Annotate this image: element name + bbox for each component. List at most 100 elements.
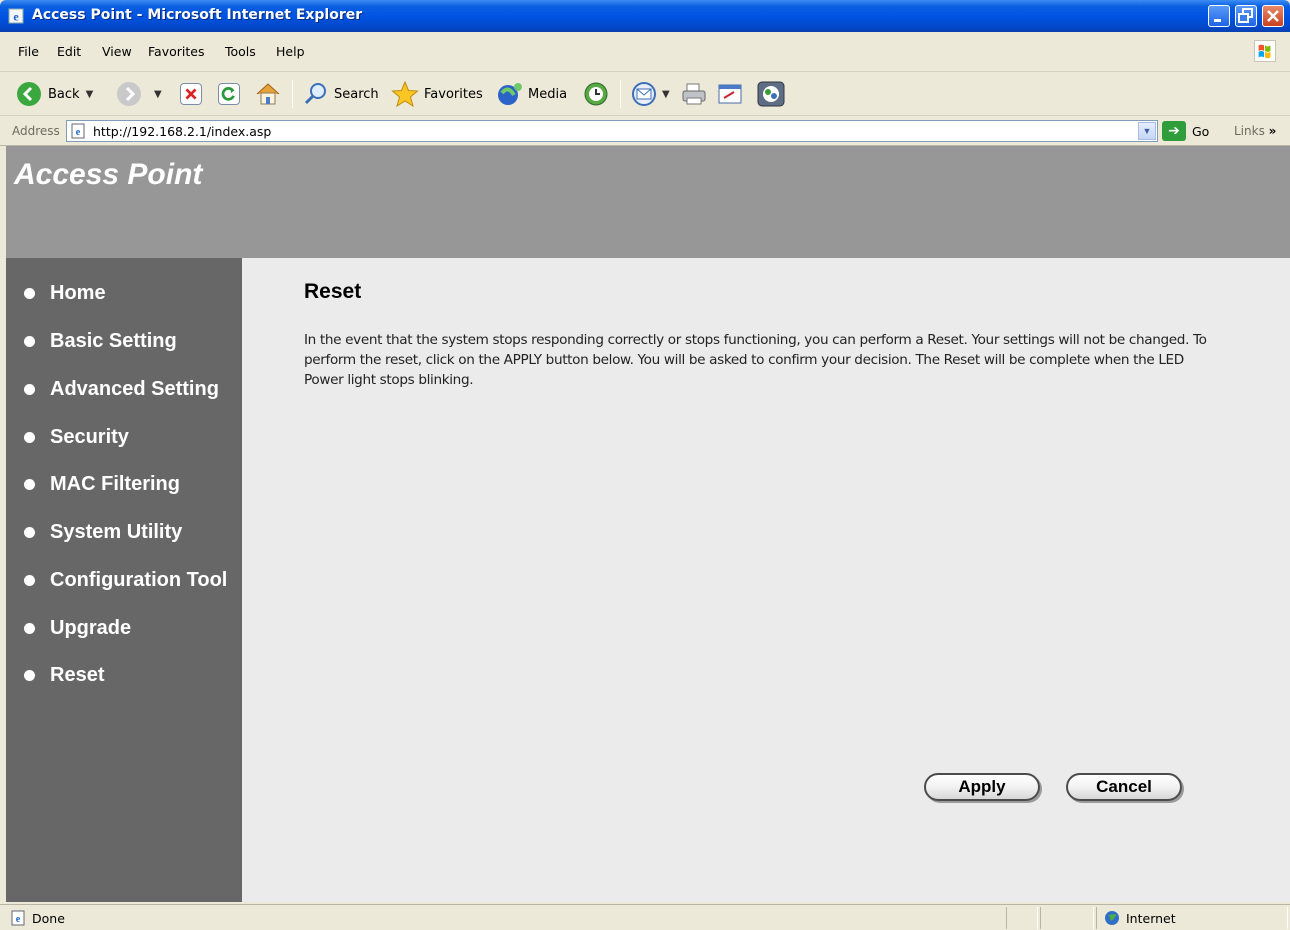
security-zone-label: Internet bbox=[1126, 911, 1176, 926]
address-url: http://192.168.2.1/index.asp bbox=[93, 124, 272, 139]
sidebar-item-reset[interactable]: Reset bbox=[24, 664, 104, 687]
go-label: Go bbox=[1192, 123, 1210, 139]
status-pane bbox=[1006, 907, 1038, 929]
media-label: Media bbox=[528, 86, 568, 102]
sidebar-item-upgrade[interactable]: Upgrade bbox=[24, 617, 131, 640]
edit-icon bbox=[718, 84, 742, 104]
browser-window: e Access Point - Microsoft Internet Expl… bbox=[0, 0, 1290, 930]
main-content: Reset In the event that the system stops… bbox=[242, 258, 1290, 902]
close-icon bbox=[1267, 10, 1279, 22]
sidebar-item-label: Advanced Setting bbox=[50, 378, 219, 400]
chevron-down-icon[interactable]: ▼ bbox=[154, 89, 162, 100]
page-icon: e bbox=[71, 123, 85, 139]
chevron-down-icon[interactable]: ▼ bbox=[86, 89, 94, 100]
address-label: Address bbox=[12, 124, 60, 138]
internet-zone-icon bbox=[1105, 911, 1119, 925]
favorites-button[interactable]: Favorites bbox=[390, 80, 483, 108]
status-text: Done bbox=[32, 911, 65, 926]
window-title: Access Point - Microsoft Internet Explor… bbox=[32, 7, 363, 23]
bullet-icon bbox=[24, 384, 35, 395]
sidebar-item-advanced-setting[interactable]: Advanced Setting bbox=[24, 378, 219, 401]
menu-file[interactable]: File bbox=[18, 44, 39, 59]
windows-logo-icon bbox=[1254, 40, 1276, 62]
home-icon bbox=[256, 83, 280, 105]
refresh-icon bbox=[218, 83, 240, 105]
back-icon bbox=[17, 82, 41, 106]
home-button[interactable] bbox=[254, 80, 282, 108]
bullet-icon bbox=[24, 527, 35, 538]
maximize-icon bbox=[1238, 8, 1253, 23]
print-button[interactable] bbox=[680, 80, 708, 108]
links-button[interactable]: Links » bbox=[1234, 124, 1276, 138]
sidebar-item-label: MAC Filtering bbox=[50, 473, 180, 495]
bullet-icon bbox=[24, 670, 35, 681]
go-button[interactable]: ➔ Go bbox=[1162, 121, 1209, 141]
page-title: Reset bbox=[304, 280, 362, 303]
ie-icon: e bbox=[8, 8, 24, 24]
address-dropdown-icon[interactable]: ▼ bbox=[1138, 122, 1156, 140]
toolbar-separator bbox=[292, 80, 293, 108]
sidebar-item-label: System Utility bbox=[50, 521, 183, 543]
address-bar: Address e http://192.168.2.1/index.asp ▼… bbox=[0, 116, 1290, 146]
menu-view[interactable]: View bbox=[102, 44, 132, 59]
forward-icon bbox=[117, 82, 141, 106]
sidebar-item-home[interactable]: Home bbox=[24, 282, 106, 305]
header-banner: Access Point bbox=[6, 146, 1290, 258]
refresh-button[interactable] bbox=[218, 80, 240, 108]
maximize-button[interactable] bbox=[1235, 5, 1257, 27]
back-label: Back bbox=[48, 86, 80, 102]
close-button[interactable] bbox=[1262, 5, 1284, 27]
minimize-icon bbox=[1214, 19, 1221, 22]
menu-help[interactable]: Help bbox=[276, 44, 305, 59]
page-icon: e bbox=[11, 910, 25, 926]
search-label: Search bbox=[334, 86, 379, 102]
bullet-icon bbox=[24, 623, 35, 634]
history-button[interactable] bbox=[582, 80, 610, 108]
search-button[interactable]: Search bbox=[302, 80, 379, 108]
print-icon bbox=[682, 83, 706, 105]
sidebar-item-security[interactable]: Security bbox=[24, 426, 129, 449]
sidebar-item-label: Basic Setting bbox=[50, 330, 177, 352]
go-icon: ➔ bbox=[1162, 121, 1186, 141]
sidebar-item-basic-setting[interactable]: Basic Setting bbox=[24, 330, 177, 353]
sidebar-item-configuration-tool[interactable]: Configuration Tool bbox=[24, 569, 227, 592]
bullet-icon bbox=[24, 432, 35, 443]
media-icon bbox=[498, 83, 522, 105]
sidebar-item-label: Configuration Tool bbox=[50, 569, 228, 591]
address-input[interactable]: e http://192.168.2.1/index.asp ▼ bbox=[66, 120, 1158, 142]
svg-text:e: e bbox=[76, 127, 81, 138]
media-button[interactable]: Media bbox=[496, 80, 567, 108]
messenger-button[interactable] bbox=[756, 80, 786, 108]
stop-icon bbox=[180, 83, 202, 105]
menu-bar: File Edit View Favorites Tools Help bbox=[0, 32, 1290, 72]
status-bar: e Done Internet bbox=[0, 904, 1290, 930]
back-button[interactable]: Back ▼ bbox=[16, 80, 93, 108]
menu-edit[interactable]: Edit bbox=[57, 44, 81, 59]
minimize-button[interactable] bbox=[1208, 5, 1230, 27]
page-viewport: Access Point Home Basic Setting Advanced… bbox=[6, 146, 1290, 902]
mail-icon bbox=[632, 82, 656, 106]
chevron-right-icon: » bbox=[1268, 124, 1277, 138]
bullet-icon bbox=[24, 479, 35, 490]
favorites-icon bbox=[391, 80, 419, 108]
chevron-down-icon[interactable]: ▼ bbox=[662, 89, 670, 100]
mail-button[interactable]: ▼ bbox=[630, 80, 670, 108]
menu-tools[interactable]: Tools bbox=[225, 44, 256, 59]
stop-button[interactable] bbox=[180, 80, 202, 108]
reset-description: In the event that the system stops respo… bbox=[304, 332, 1207, 388]
sidebar: Home Basic Setting Advanced Setting Secu… bbox=[6, 258, 242, 902]
favorites-label: Favorites bbox=[424, 86, 483, 102]
status-pane bbox=[1096, 907, 1288, 929]
forward-button[interactable]: ▼ bbox=[116, 80, 162, 108]
sidebar-item-system-utility[interactable]: System Utility bbox=[24, 521, 182, 544]
sidebar-item-mac-filtering[interactable]: MAC Filtering bbox=[24, 473, 180, 496]
status-pane bbox=[1040, 907, 1094, 929]
cancel-button[interactable]: Cancel bbox=[1066, 773, 1182, 801]
menu-favorites[interactable]: Favorites bbox=[148, 44, 204, 59]
apply-button[interactable]: Apply bbox=[924, 773, 1040, 801]
edit-button[interactable] bbox=[716, 80, 744, 108]
history-icon bbox=[584, 82, 608, 106]
sidebar-item-label: Reset bbox=[50, 664, 105, 686]
brand-title: Access Point bbox=[14, 158, 203, 191]
sidebar-item-label: Security bbox=[50, 426, 129, 448]
